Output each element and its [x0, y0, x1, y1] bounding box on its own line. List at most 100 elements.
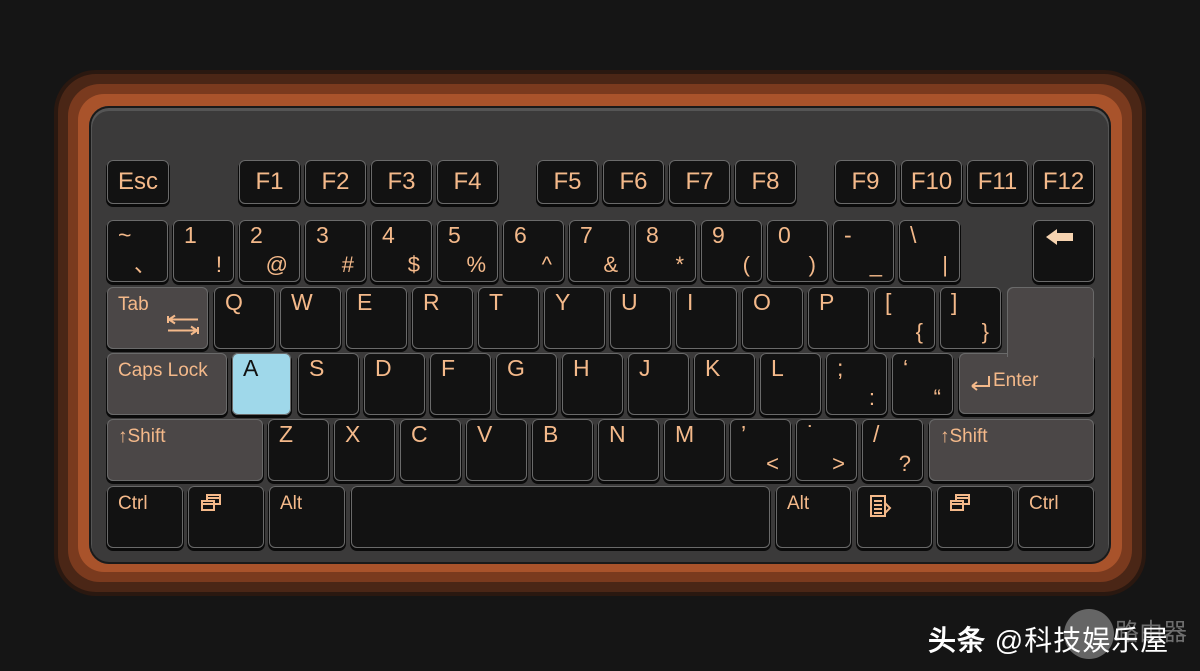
- key-label: F5: [553, 168, 582, 195]
- key-f2[interactable]: F2: [305, 160, 366, 204]
- key-label: Alt: [787, 493, 810, 514]
- key-2[interactable]: 2 @: [239, 220, 300, 282]
- key-f4[interactable]: F4: [437, 160, 498, 204]
- key-symbol[interactable]: /?: [862, 419, 923, 481]
- key-tab[interactable]: Tab: [107, 287, 208, 349]
- key-0[interactable]: 0): [767, 220, 828, 282]
- key-6[interactable]: 6 ^: [503, 220, 564, 282]
- key-t[interactable]: T: [478, 287, 539, 349]
- key-label: ’: [741, 421, 747, 447]
- key-symbol[interactable]: - _: [833, 220, 894, 282]
- key-ctrl[interactable]: Ctrl: [1018, 486, 1094, 548]
- key-f8[interactable]: F8: [735, 160, 796, 204]
- key-7[interactable]: 7 &: [569, 220, 630, 282]
- key-enter-upper[interactable]: [1007, 287, 1094, 357]
- key-label: 0: [778, 222, 791, 248]
- key-o[interactable]: O: [742, 287, 803, 349]
- key-l[interactable]: L: [760, 353, 821, 415]
- key-f3[interactable]: F3: [371, 160, 432, 204]
- key-symbol[interactable]: \ |: [899, 220, 960, 282]
- key-f5[interactable]: F5: [537, 160, 598, 204]
- key-shift-label: ^: [541, 252, 552, 277]
- key-label: F10: [910, 168, 953, 195]
- key-symbol[interactable]: ’ <: [730, 419, 791, 481]
- key-p[interactable]: P: [808, 287, 869, 349]
- key-m[interactable]: M: [664, 419, 725, 481]
- key-u[interactable]: U: [610, 287, 671, 349]
- key-n[interactable]: N: [598, 419, 659, 481]
- key-f9[interactable]: F9: [835, 160, 896, 204]
- key-symbol[interactable]: ‘“: [892, 353, 953, 415]
- key-9[interactable]: 9(: [701, 220, 762, 282]
- key-label: Tab: [118, 294, 149, 315]
- key-shift[interactable]: ↑Shift: [929, 419, 1094, 481]
- key-symbol[interactable]: ~、: [107, 220, 168, 282]
- key-symbol[interactable]: ]}: [940, 287, 1001, 349]
- key-g[interactable]: G: [496, 353, 557, 415]
- key-label: X: [345, 421, 361, 447]
- key-label: L: [771, 355, 784, 381]
- key-label: F1: [255, 168, 284, 195]
- key-j[interactable]: J: [628, 353, 689, 415]
- key-space[interactable]: [351, 486, 770, 548]
- key-caps-lock[interactable]: Caps Lock: [107, 353, 227, 415]
- key-b[interactable]: B: [532, 419, 593, 481]
- key-label: Ctrl: [1029, 493, 1059, 514]
- enter-arrow-icon: [969, 375, 991, 396]
- key-1[interactable]: 1!: [173, 220, 234, 282]
- key-windows-icon[interactable]: [188, 486, 264, 548]
- key-a[interactable]: A: [232, 353, 291, 415]
- key-label: -: [844, 222, 852, 248]
- key-w[interactable]: W: [280, 287, 341, 349]
- key-r[interactable]: R: [412, 287, 473, 349]
- key-menu-icon[interactable]: [857, 486, 932, 548]
- key-3[interactable]: 3 #: [305, 220, 366, 282]
- key-shift-label: !: [215, 252, 222, 277]
- key-v[interactable]: V: [466, 419, 527, 481]
- key-shift-label: <: [766, 451, 779, 476]
- key-i[interactable]: I: [676, 287, 737, 349]
- key-f1[interactable]: F1: [239, 160, 300, 204]
- key-s[interactable]: S: [298, 353, 359, 415]
- key-label: C: [411, 421, 428, 447]
- key-e[interactable]: E: [346, 287, 407, 349]
- key-f12[interactable]: F12: [1033, 160, 1094, 204]
- key-h[interactable]: H: [562, 353, 623, 415]
- key-ctrl[interactable]: Ctrl: [107, 486, 183, 548]
- key-k[interactable]: K: [694, 353, 755, 415]
- key-label: /: [873, 421, 880, 447]
- key-label: F2: [321, 168, 350, 195]
- key-8[interactable]: 8 *: [635, 220, 696, 282]
- key-z[interactable]: Z: [268, 419, 329, 481]
- key-shift-label: *: [675, 252, 684, 277]
- key-backspace-arrow-icon[interactable]: [1033, 220, 1094, 282]
- windows-icon: [200, 494, 222, 517]
- key-5[interactable]: 5%: [437, 220, 498, 282]
- key-x[interactable]: X: [334, 419, 395, 481]
- key-windows-icon[interactable]: [937, 486, 1013, 548]
- key-label: ~: [118, 222, 132, 248]
- key-symbol[interactable]: ;:: [826, 353, 887, 415]
- key-enter[interactable]: Enter: [959, 353, 1094, 414]
- key-d[interactable]: D: [364, 353, 425, 415]
- key-label: ]: [951, 289, 958, 315]
- key-f6[interactable]: F6: [603, 160, 664, 204]
- key-c[interactable]: C: [400, 419, 461, 481]
- key-alt[interactable]: Alt: [776, 486, 851, 548]
- key-label: S: [309, 355, 325, 381]
- key-esc[interactable]: Esc: [107, 160, 169, 204]
- key-label: E: [357, 289, 373, 315]
- key-f10[interactable]: F10: [901, 160, 962, 204]
- key-symbol[interactable]: ˙ >: [796, 419, 857, 481]
- key-q[interactable]: Q: [214, 287, 275, 349]
- key-symbol[interactable]: [{: [874, 287, 935, 349]
- key-4[interactable]: 4 $: [371, 220, 432, 282]
- watermark-platform: 头条: [928, 625, 987, 656]
- key-f11[interactable]: F11: [967, 160, 1028, 204]
- key-label: F11: [977, 168, 1018, 195]
- key-f[interactable]: F: [430, 353, 491, 415]
- key-alt[interactable]: Alt: [269, 486, 345, 548]
- key-f7[interactable]: F7: [669, 160, 730, 204]
- key-y[interactable]: Y: [544, 287, 605, 349]
- key-shift[interactable]: ↑Shift: [107, 419, 263, 481]
